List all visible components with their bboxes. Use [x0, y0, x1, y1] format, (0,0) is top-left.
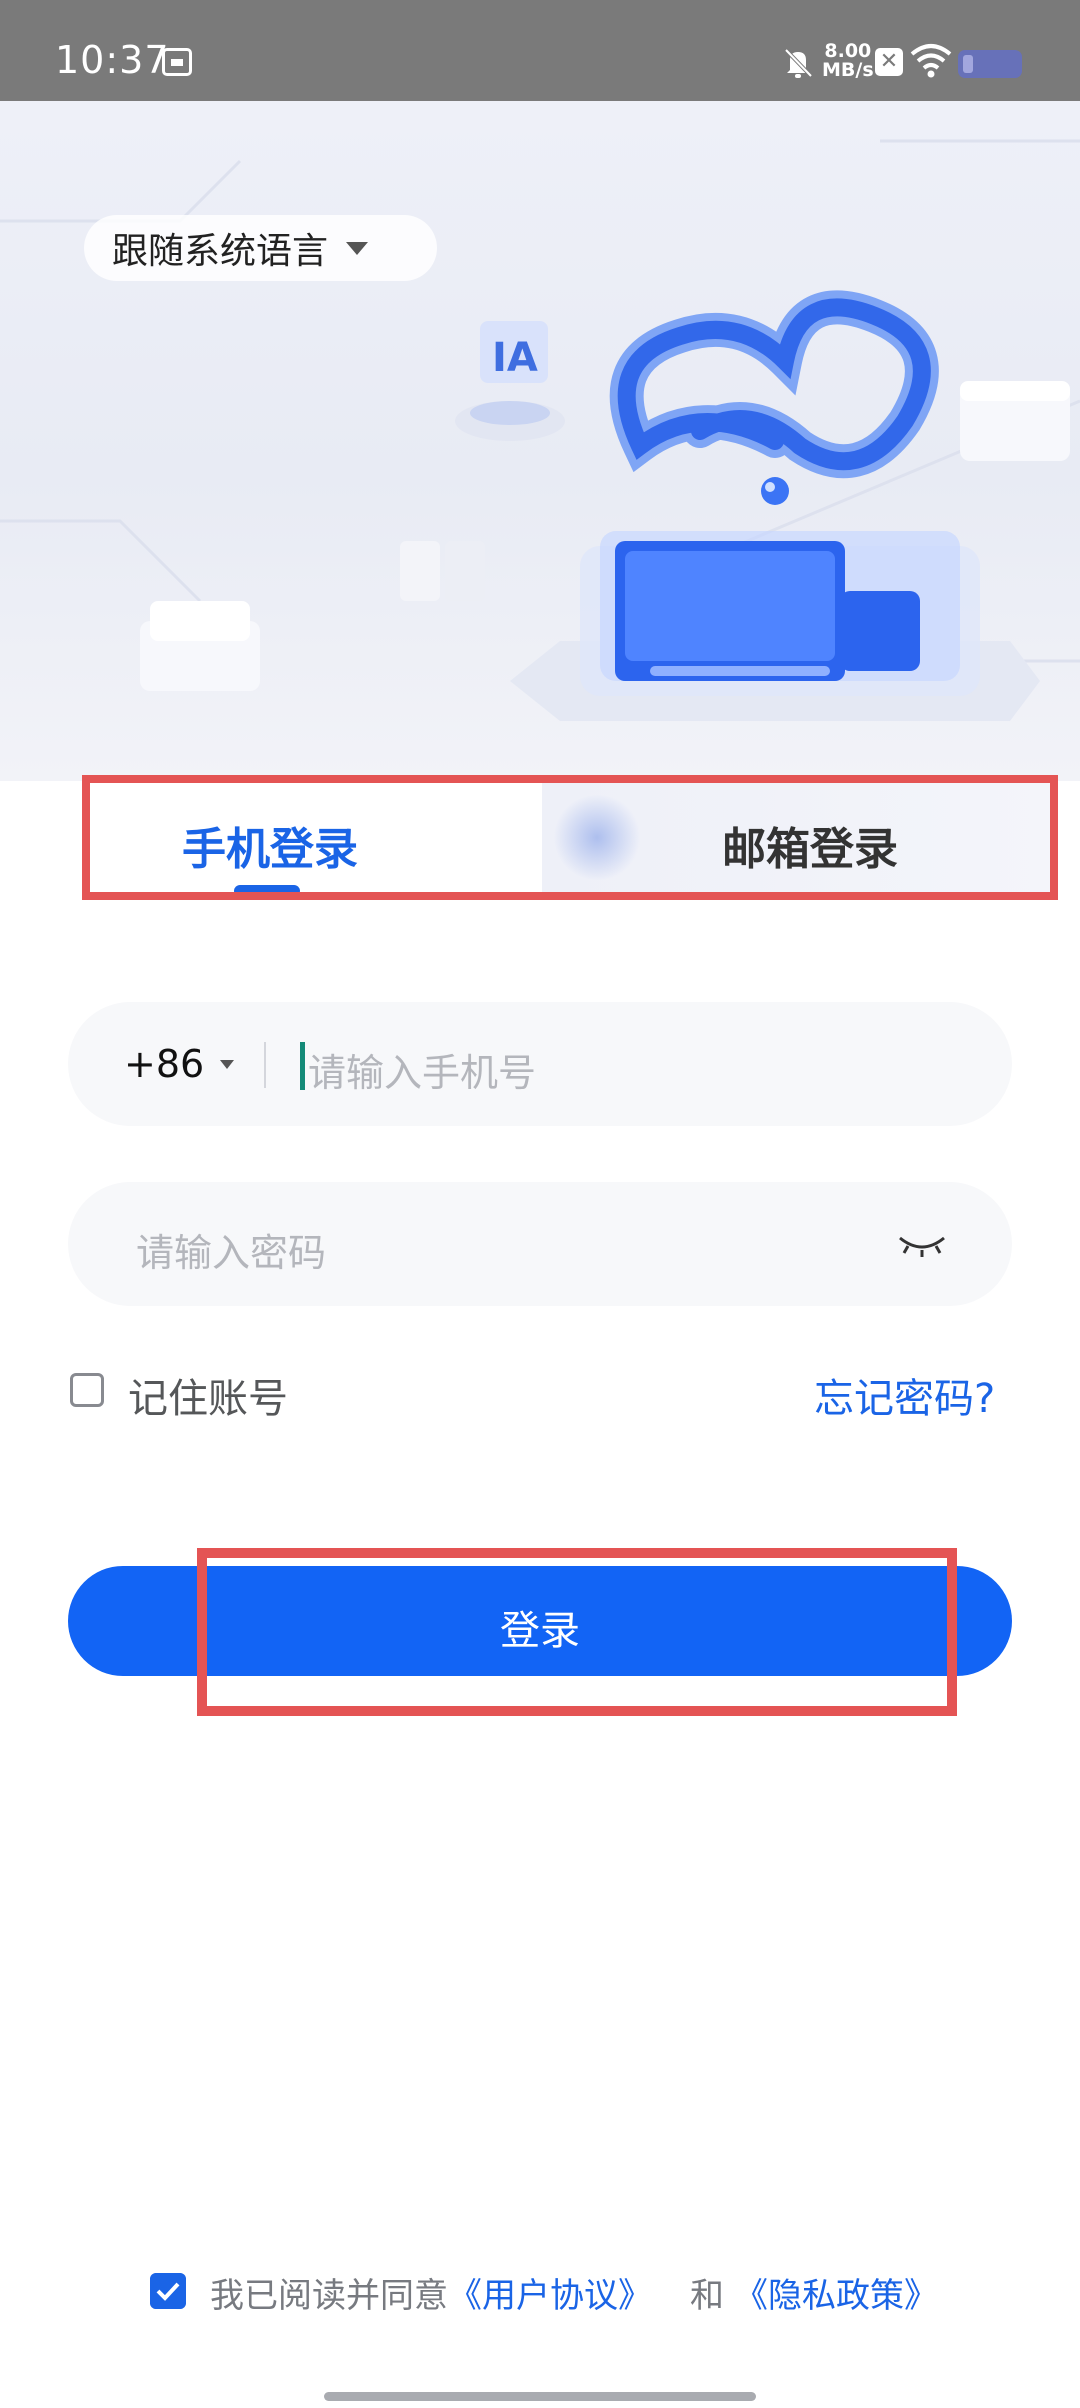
tab-phone-login[interactable]: 手机登录: [82, 775, 542, 900]
password-field: 请输入密码: [68, 1182, 1012, 1306]
tab-glow-decoration: [552, 795, 642, 880]
net-speed-unit: MB/s: [822, 59, 874, 81]
tab-email-login-label: 邮箱登录: [722, 824, 898, 875]
login-button-label: 登录: [500, 1608, 580, 1654]
login-button[interactable]: 登录: [68, 1566, 1012, 1676]
phone-input[interactable]: 请输入手机号: [308, 1042, 536, 1097]
close-badge-icon: ✕: [875, 48, 903, 76]
status-bar: 10:37 8.00 MB/s ✕: [0, 0, 1080, 101]
forgot-password-link[interactable]: 忘记密码?: [814, 1366, 995, 1424]
tab-email-login[interactable]: 邮箱登录: [542, 775, 1058, 900]
eye-closed-icon[interactable]: [894, 1222, 950, 1266]
field-divider: [264, 1042, 266, 1088]
active-tab-indicator: [234, 885, 300, 897]
login-screen: 10:37 8.00 MB/s ✕ IA 跟随系统语言 手机登录 邮箱登录 +8…: [0, 0, 1080, 2408]
agreement-checkbox[interactable]: [150, 2273, 186, 2309]
language-selector-label: 跟随系统语言: [112, 231, 329, 272]
status-time: 10:37: [55, 38, 170, 82]
battery-icon: [958, 50, 1022, 78]
caret-down-icon: [220, 1060, 234, 1069]
net-speed: 8.00 MB/s: [822, 42, 874, 80]
user-agreement-link[interactable]: 《用户协议》: [448, 2276, 652, 2316]
tab-phone-login-label: 手机登录: [182, 824, 358, 875]
phone-field: +86 请输入手机号: [68, 1002, 1012, 1126]
agreement-prefix: 我已阅读并同意: [210, 2276, 448, 2316]
caret-down-icon: [346, 241, 369, 255]
login-tabs: 手机登录 邮箱登录: [82, 775, 1058, 900]
agreement-and: 和: [690, 2276, 724, 2316]
wifi-icon: [910, 44, 952, 78]
country-code-selector[interactable]: +86: [124, 1042, 204, 1086]
language-selector[interactable]: 跟随系统语言: [84, 215, 437, 281]
remember-account-checkbox[interactable]: [70, 1373, 104, 1407]
mute-bell-icon: [784, 48, 813, 78]
password-input[interactable]: 请输入密码: [136, 1222, 326, 1277]
remember-account-label[interactable]: 记住账号: [128, 1366, 288, 1424]
notification-app-icon: [162, 48, 192, 76]
text-cursor: [300, 1042, 305, 1090]
svg-text:IA: IA: [492, 335, 538, 381]
hero-illustration: IA 跟随系统语言: [0, 101, 1080, 781]
cloud-chip-illustration: IA: [0, 139, 1080, 721]
home-indicator[interactable]: [324, 2392, 756, 2401]
privacy-policy-link[interactable]: 《隐私政策》: [734, 2276, 938, 2316]
agreement-row: 我已阅读并同意《用户协议》和《隐私政策》: [210, 2268, 938, 2317]
